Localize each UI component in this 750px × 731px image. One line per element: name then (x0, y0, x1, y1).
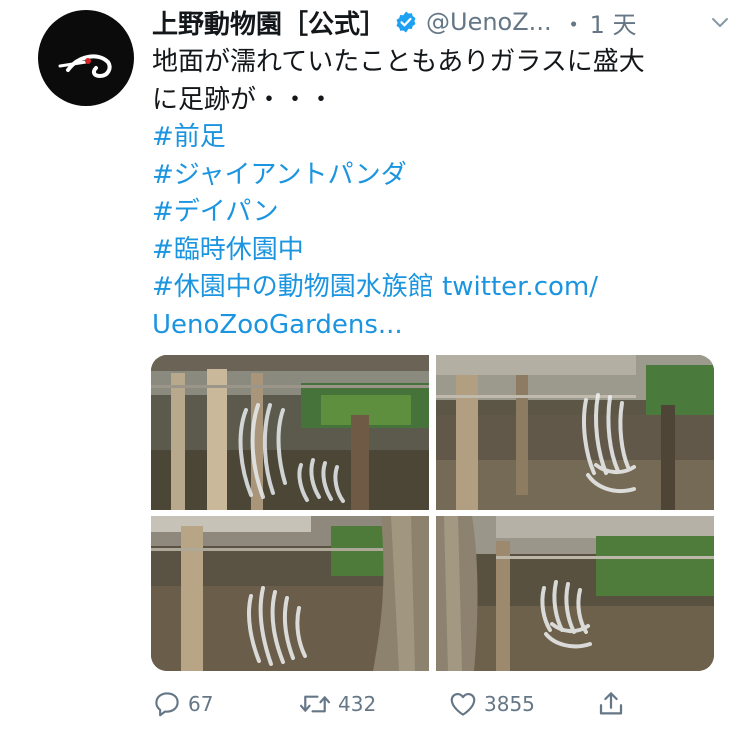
photo-4[interactable] (436, 516, 714, 671)
tweet-header: 上野動物園［公式］ @UenoZ... ・ 1 天 (152, 4, 732, 40)
reply-icon (155, 692, 179, 717)
account-name[interactable]: 上野動物園［公式］ (152, 4, 386, 41)
text-line: 地面が濡れていたこともありガラスに盛大 (152, 47, 645, 77)
like-button[interactable]: 3855 (448, 684, 535, 724)
tweet-text: 地面が濡れていたこともありガラスに盛大 に足跡が・・・ #前足 #ジャイアントパ… (152, 44, 732, 344)
retweet-count: 432 (338, 692, 377, 716)
tweet-timestamp[interactable]: 1 天 (590, 5, 637, 40)
account-handle[interactable]: @UenoZ... (426, 8, 552, 36)
crane-logo-icon (58, 54, 112, 79)
photo-2[interactable] (436, 355, 714, 510)
hashtag-link[interactable]: #臨時休園中 (152, 232, 732, 270)
url-link-start[interactable]: twitter.com/ (442, 272, 598, 302)
tweet-actions: 67 432 3855 (152, 684, 632, 724)
avatar[interactable] (38, 10, 134, 106)
reply-count: 67 (188, 692, 214, 716)
share-icon (599, 692, 623, 715)
text-line: に足跡が・・・ (152, 84, 335, 115)
hashtag-link[interactable]: #休園中の動物園水族館 (152, 272, 434, 302)
verified-badge-icon (394, 10, 418, 34)
photo-1[interactable] (151, 355, 429, 510)
hashtag-link[interactable]: #デイパン (152, 194, 732, 232)
like-count: 3855 (484, 692, 535, 716)
share-button[interactable] (596, 684, 626, 724)
chevron-down-icon[interactable] (708, 10, 732, 34)
separator-dot: ・ (561, 10, 586, 39)
photo-3[interactable] (151, 516, 429, 671)
url-link-end[interactable]: UenoZooGardens... (152, 307, 732, 345)
heart-icon (450, 692, 476, 716)
retweet-button[interactable]: 432 (298, 684, 376, 724)
hashtag-link[interactable]: #前足 (152, 119, 732, 157)
retweet-icon (299, 695, 331, 713)
reply-button[interactable]: 67 (152, 684, 213, 724)
hashtag-link[interactable]: #ジャイアントパンダ (152, 157, 732, 195)
media-grid (151, 355, 714, 671)
